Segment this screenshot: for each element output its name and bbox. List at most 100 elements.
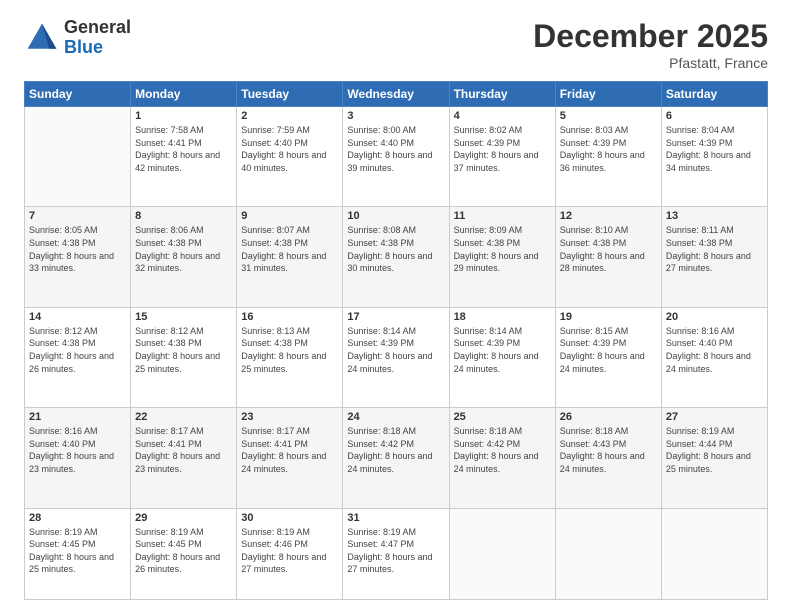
logo: General Blue [24, 18, 131, 58]
day-number: 27 [666, 411, 763, 423]
day-number: 1 [135, 110, 232, 122]
day-cell: 21 Sunrise: 8:16 AMSunset: 4:40 PMDayligh… [25, 408, 131, 508]
day-cell: 5 Sunrise: 8:03 AMSunset: 4:39 PMDaylight… [555, 107, 661, 207]
day-cell [555, 508, 661, 599]
day-info: Sunrise: 8:16 AMSunset: 4:40 PMDaylight:… [29, 425, 126, 475]
day-info: Sunrise: 8:18 AMSunset: 4:42 PMDaylight:… [454, 425, 551, 475]
day-info: Sunrise: 8:19 AMSunset: 4:45 PMDaylight:… [135, 526, 232, 576]
day-cell: 28Sunrise: 8:19 AMSunset: 4:45 PMDayligh… [25, 508, 131, 599]
day-number: 5 [560, 110, 657, 122]
day-info: Sunrise: 8:19 AMSunset: 4:46 PMDaylight:… [241, 526, 338, 576]
day-number: 11 [454, 210, 551, 222]
day-cell: 29 Sunrise: 8:19 AMSunset: 4:45 PMDayligh… [131, 508, 237, 599]
day-header-friday: Friday [555, 82, 661, 107]
week-row-5: 28Sunrise: 8:19 AMSunset: 4:45 PMDayligh… [25, 508, 768, 599]
day-info: Sunrise: 8:04 AMSunset: 4:39 PMDaylight:… [666, 124, 763, 174]
day-cell: 20Sunrise: 8:16 AMSunset: 4:40 PMDayligh… [661, 307, 767, 407]
day-cell: 14Sunrise: 8:12 AMSunset: 4:38 PMDayligh… [25, 307, 131, 407]
day-info: Sunrise: 8:07 AMSunset: 4:38 PMDaylight:… [241, 224, 338, 274]
day-cell: 6 Sunrise: 8:04 AMSunset: 4:39 PMDaylight… [661, 107, 767, 207]
day-number: 3 [347, 110, 444, 122]
header-row: SundayMondayTuesdayWednesdayThursdayFrid… [25, 82, 768, 107]
title-block: December 2025 Pfastatt, France [533, 18, 768, 71]
day-cell: 24 Sunrise: 8:18 AMSunset: 4:42 PMDayligh… [343, 408, 449, 508]
day-info: Sunrise: 8:14 AMSunset: 4:39 PMDaylight:… [347, 325, 444, 375]
day-cell: 27Sunrise: 8:19 AMSunset: 4:44 PMDayligh… [661, 408, 767, 508]
day-info: Sunrise: 8:17 AMSunset: 4:41 PMDaylight:… [135, 425, 232, 475]
week-row-1: 1 Sunrise: 7:58 AMSunset: 4:41 PMDaylight… [25, 107, 768, 207]
day-info: Sunrise: 8:09 AMSunset: 4:38 PMDaylight:… [454, 224, 551, 274]
day-cell: 26 Sunrise: 8:18 AMSunset: 4:43 PMDayligh… [555, 408, 661, 508]
calendar-table: SundayMondayTuesdayWednesdayThursdayFrid… [24, 81, 768, 600]
day-info: Sunrise: 8:19 AMSunset: 4:47 PMDaylight:… [347, 526, 444, 576]
day-cell: 12 Sunrise: 8:10 AMSunset: 4:38 PMDayligh… [555, 207, 661, 307]
day-cell: 13Sunrise: 8:11 AMSunset: 4:38 PMDayligh… [661, 207, 767, 307]
day-info: Sunrise: 7:58 AMSunset: 4:41 PMDaylight:… [135, 124, 232, 174]
day-number: 31 [347, 512, 444, 524]
day-cell: 23Sunrise: 8:17 AMSunset: 4:41 PMDayligh… [237, 408, 343, 508]
day-number: 16 [241, 311, 338, 323]
day-info: Sunrise: 8:13 AMSunset: 4:38 PMDaylight:… [241, 325, 338, 375]
day-number: 12 [560, 210, 657, 222]
day-number: 30 [241, 512, 338, 524]
day-cell: 22 Sunrise: 8:17 AMSunset: 4:41 PMDayligh… [131, 408, 237, 508]
day-info: Sunrise: 8:12 AMSunset: 4:38 PMDaylight:… [135, 325, 232, 375]
day-cell: 4Sunrise: 8:02 AMSunset: 4:39 PMDaylight… [449, 107, 555, 207]
day-number: 25 [454, 411, 551, 423]
day-number: 21 [29, 411, 126, 423]
day-cell: 15 Sunrise: 8:12 AMSunset: 4:38 PMDayligh… [131, 307, 237, 407]
logo-blue: Blue [64, 38, 131, 58]
month-title: December 2025 [533, 18, 768, 55]
day-header-wednesday: Wednesday [343, 82, 449, 107]
week-row-2: 7Sunrise: 8:05 AMSunset: 4:38 PMDaylight… [25, 207, 768, 307]
day-info: Sunrise: 8:00 AMSunset: 4:40 PMDaylight:… [347, 124, 444, 174]
day-cell: 7Sunrise: 8:05 AMSunset: 4:38 PMDaylight… [25, 207, 131, 307]
day-number: 9 [241, 210, 338, 222]
day-cell [449, 508, 555, 599]
day-info: Sunrise: 8:18 AMSunset: 4:43 PMDaylight:… [560, 425, 657, 475]
day-info: Sunrise: 8:05 AMSunset: 4:38 PMDaylight:… [29, 224, 126, 274]
day-cell [25, 107, 131, 207]
day-cell: 31 Sunrise: 8:19 AMSunset: 4:47 PMDayligh… [343, 508, 449, 599]
day-info: Sunrise: 8:14 AMSunset: 4:39 PMDaylight:… [454, 325, 551, 375]
day-cell: 25 Sunrise: 8:18 AMSunset: 4:42 PMDayligh… [449, 408, 555, 508]
day-cell: 18 Sunrise: 8:14 AMSunset: 4:39 PMDayligh… [449, 307, 555, 407]
day-number: 29 [135, 512, 232, 524]
day-number: 18 [454, 311, 551, 323]
day-info: Sunrise: 8:08 AMSunset: 4:38 PMDaylight:… [347, 224, 444, 274]
logo-text: General Blue [64, 18, 131, 58]
day-info: Sunrise: 8:16 AMSunset: 4:40 PMDaylight:… [666, 325, 763, 375]
day-number: 2 [241, 110, 338, 122]
day-cell: 9 Sunrise: 8:07 AMSunset: 4:38 PMDaylight… [237, 207, 343, 307]
day-number: 26 [560, 411, 657, 423]
day-number: 10 [347, 210, 444, 222]
day-info: Sunrise: 8:03 AMSunset: 4:39 PMDaylight:… [560, 124, 657, 174]
day-cell: 17Sunrise: 8:14 AMSunset: 4:39 PMDayligh… [343, 307, 449, 407]
day-info: Sunrise: 8:18 AMSunset: 4:42 PMDaylight:… [347, 425, 444, 475]
day-info: Sunrise: 8:19 AMSunset: 4:45 PMDaylight:… [29, 526, 126, 576]
day-header-sunday: Sunday [25, 82, 131, 107]
week-row-4: 21 Sunrise: 8:16 AMSunset: 4:40 PMDayligh… [25, 408, 768, 508]
day-info: Sunrise: 7:59 AMSunset: 4:40 PMDaylight:… [241, 124, 338, 174]
day-number: 6 [666, 110, 763, 122]
day-number: 8 [135, 210, 232, 222]
day-cell: 19Sunrise: 8:15 AMSunset: 4:39 PMDayligh… [555, 307, 661, 407]
day-cell: 30 Sunrise: 8:19 AMSunset: 4:46 PMDayligh… [237, 508, 343, 599]
day-header-saturday: Saturday [661, 82, 767, 107]
location: Pfastatt, France [533, 55, 768, 71]
day-info: Sunrise: 8:17 AMSunset: 4:41 PMDaylight:… [241, 425, 338, 475]
day-number: 22 [135, 411, 232, 423]
day-cell: 8Sunrise: 8:06 AMSunset: 4:38 PMDaylight… [131, 207, 237, 307]
day-number: 4 [454, 110, 551, 122]
day-cell: 1 Sunrise: 7:58 AMSunset: 4:41 PMDaylight… [131, 107, 237, 207]
day-number: 15 [135, 311, 232, 323]
day-header-tuesday: Tuesday [237, 82, 343, 107]
logo-general: General [64, 18, 131, 38]
week-row-3: 14Sunrise: 8:12 AMSunset: 4:38 PMDayligh… [25, 307, 768, 407]
day-header-thursday: Thursday [449, 82, 555, 107]
day-cell: 16 Sunrise: 8:13 AMSunset: 4:38 PMDayligh… [237, 307, 343, 407]
header: General Blue December 2025 Pfastatt, Fra… [24, 18, 768, 71]
day-info: Sunrise: 8:10 AMSunset: 4:38 PMDaylight:… [560, 224, 657, 274]
day-number: 24 [347, 411, 444, 423]
day-cell [661, 508, 767, 599]
